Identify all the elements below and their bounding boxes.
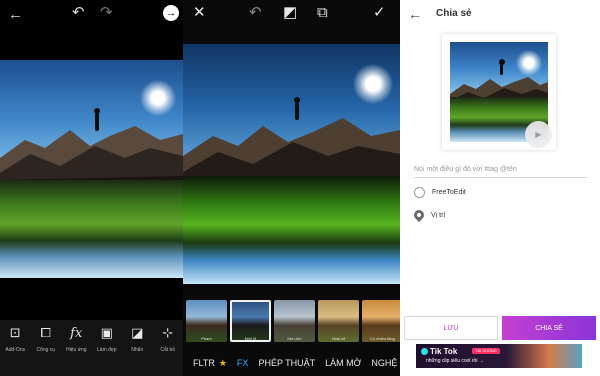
- save-button[interactable]: LƯU: [404, 316, 498, 340]
- tool-hieu-ung[interactable]: fx Hiệu ứng: [62, 326, 90, 376]
- effects-panel: ✕ ↶ ◩ ⧉ ✓ Pham Nhỏ lỏ Mơ ước Hoài cổ Có …: [183, 0, 403, 376]
- category-fltr[interactable]: FLTR: [193, 358, 215, 368]
- tool-label: Nhãn: [131, 347, 144, 353]
- beautify-icon: ▣: [100, 326, 113, 341]
- thumb-label: Mơ ước: [287, 336, 302, 341]
- tiktok-logo-icon: [421, 348, 428, 355]
- ad-brand: Tik Tok: [430, 347, 458, 356]
- cutout-icon: ⊹: [162, 326, 174, 341]
- free-to-edit-option[interactable]: FreeToEdit: [414, 187, 466, 198]
- tool-label: Làm đẹp: [97, 347, 117, 353]
- location-option[interactable]: Vị trí: [411, 207, 446, 223]
- tool-lam-dep[interactable]: ▣ Làm đẹp: [93, 326, 121, 376]
- effect-thumb-co-nhieu-tang[interactable]: Có nhiều tầng: [362, 300, 403, 342]
- effects-fx-icon: fx: [70, 326, 83, 341]
- star-icon: ★: [218, 357, 227, 368]
- back-arrow-icon[interactable]: ←: [8, 7, 23, 22]
- tool-bar: ⊡ Add-Ons ⧠ Công cụ fx Hiệu ứng ▣ Làm đẹ…: [0, 320, 183, 376]
- eraser-icon[interactable]: ◩: [283, 5, 297, 20]
- back-arrow-icon[interactable]: ←: [408, 6, 422, 22]
- undo-icon[interactable]: ↶: [249, 5, 262, 20]
- location-label: Vị trí: [431, 211, 446, 219]
- tool-cong-cu[interactable]: ⧠ Công cụ: [32, 326, 60, 376]
- share-button[interactable]: CHIA SẺ: [502, 316, 596, 340]
- share-panel: ← Chia sẻ ▶ Nói một điều gì đó với #tag …: [400, 0, 600, 376]
- effect-categories: FLTR ★ FX PHÉP THUẬT LÀM MỜ NGHỆ: [183, 352, 400, 374]
- category-lam-mo[interactable]: LÀM MỜ: [325, 358, 361, 368]
- ad-banner[interactable]: Tik Tok TẢI XUỐNG những clip siêu cool r…: [416, 344, 582, 368]
- page-title: Chia sẻ: [436, 8, 472, 19]
- location-pin-icon: [411, 207, 427, 223]
- category-phep-thuat[interactable]: PHÉP THUẬT: [258, 358, 315, 368]
- tool-label: Add-Ons: [5, 347, 26, 353]
- tool-add-ons[interactable]: ⊡ Add-Ons: [1, 326, 29, 376]
- sticker-icon: ◪: [131, 326, 144, 341]
- tool-nhan[interactable]: ◪ Nhãn: [123, 326, 151, 376]
- photo-preview: [183, 44, 400, 284]
- play-icon[interactable]: ▶: [525, 121, 552, 148]
- effect-thumb-pham[interactable]: Pham: [186, 300, 227, 342]
- photo-canvas: [0, 60, 183, 278]
- ad-tagline: những clip siêu cool rồi →: [426, 358, 484, 364]
- editor-main-panel: ← ↶ ↷ → ⊡ Add-Ons ⧠ Công cụ fx Hiệu ứng …: [0, 0, 183, 376]
- free-to-edit-label: FreeToEdit: [432, 189, 466, 196]
- thumb-label: Nhỏ lỏ: [244, 336, 257, 341]
- shopping-bag-icon: ⊡: [9, 326, 21, 341]
- caption-input[interactable]: Nói một điều gì đó với #tag @tên: [414, 166, 588, 178]
- thumb-label: Có nhiều tầng: [370, 336, 395, 341]
- tool-label: Cắt bỏ: [160, 347, 176, 353]
- redo-icon[interactable]: ↷: [100, 5, 113, 20]
- radio-icon[interactable]: [414, 187, 425, 198]
- close-icon[interactable]: ✕: [193, 5, 206, 20]
- category-fx[interactable]: FX: [237, 358, 249, 368]
- effect-thumb-hoai-co[interactable]: Hoài cổ: [318, 300, 359, 342]
- thumb-label: Pham: [201, 336, 212, 341]
- crop-icon: ⧠: [40, 326, 51, 341]
- tool-label: Hiệu ứng: [65, 347, 87, 353]
- ad-badge: TẢI XUỐNG: [472, 348, 501, 354]
- compare-icon[interactable]: ⧉: [317, 5, 328, 20]
- effects-top-bar: ✕ ↶ ◩ ⧉ ✓: [183, 0, 400, 28]
- undo-icon[interactable]: ↶: [72, 5, 85, 20]
- checkmark-icon[interactable]: ✓: [373, 5, 386, 20]
- tool-label: Công cụ: [36, 347, 56, 353]
- editor-top-bar: ← ↶ ↷ →: [0, 0, 183, 28]
- effect-thumbnails: Pham Nhỏ lỏ Mơ ước Hoài cổ Có nhiều tầng: [183, 300, 403, 344]
- next-arrow-icon[interactable]: →: [163, 5, 179, 21]
- tool-cat-bo[interactable]: ⊹ Cắt bỏ: [154, 326, 182, 376]
- effect-thumb-selected[interactable]: Nhỏ lỏ: [230, 300, 271, 342]
- share-header: ← Chia sẻ: [400, 0, 600, 30]
- action-buttons: LƯU CHIA SẺ: [404, 316, 596, 340]
- category-nghe[interactable]: NGHỆ: [371, 358, 397, 368]
- effect-thumb-mo-uoc[interactable]: Mơ ước: [274, 300, 315, 342]
- thumb-label: Hoài cổ: [331, 336, 346, 341]
